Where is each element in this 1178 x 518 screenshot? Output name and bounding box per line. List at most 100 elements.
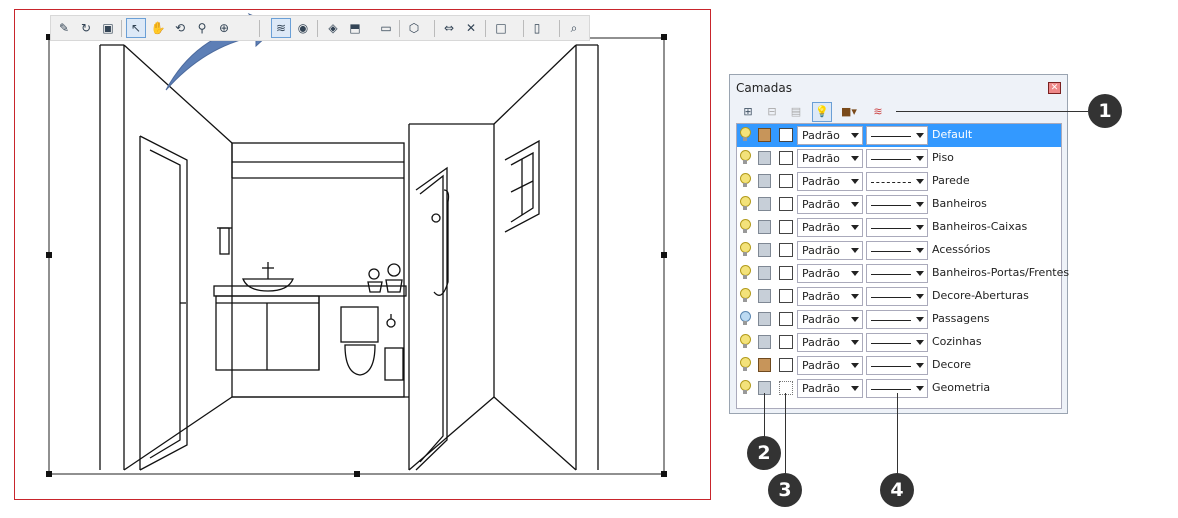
layer-name[interactable]: Geometria xyxy=(932,381,990,394)
light-bulb-blue-icon[interactable] xyxy=(740,311,751,325)
line-style-select[interactable] xyxy=(866,172,928,191)
layer-row-cozinhas[interactable]: Padrão Cozinhas xyxy=(737,331,1061,354)
layer-row-banheiros[interactable]: Padrão Banheiros xyxy=(737,193,1061,216)
layer-color-swatch[interactable] xyxy=(779,381,793,395)
layer-color-swatch[interactable] xyxy=(779,289,793,303)
line-style-select[interactable] xyxy=(866,333,928,352)
line-style-select[interactable] xyxy=(866,310,928,329)
line-style-select[interactable] xyxy=(866,356,928,375)
material-select[interactable]: Padrão xyxy=(797,287,863,306)
material-select[interactable]: Padrão xyxy=(797,310,863,329)
cube-icon[interactable] xyxy=(758,128,771,142)
color-swatch-icon[interactable]: □ xyxy=(491,18,511,38)
light-bulb-icon[interactable]: 💡 xyxy=(812,102,832,122)
delete-dimension-icon[interactable]: ✕ xyxy=(461,18,481,38)
search-zoom-icon[interactable]: ⌕ xyxy=(564,18,584,38)
light-bulb-icon[interactable] xyxy=(740,265,751,279)
layer-color-swatch[interactable] xyxy=(779,358,793,372)
edit-icon[interactable]: ✎ xyxy=(54,18,74,38)
light-bulb-icon[interactable] xyxy=(740,242,751,256)
light-bulb-icon[interactable] xyxy=(740,334,751,348)
light-bulb-icon[interactable] xyxy=(740,380,751,394)
cube-icon[interactable] xyxy=(758,266,771,280)
light-bulb-icon[interactable] xyxy=(740,288,751,302)
material-select[interactable]: Padrão xyxy=(797,356,863,375)
layer-color-swatch[interactable] xyxy=(779,197,793,211)
cube-icon[interactable] xyxy=(758,335,771,349)
styles-icon[interactable]: ◈ xyxy=(323,18,343,38)
light-bulb-icon[interactable] xyxy=(740,357,751,371)
layer-color-swatch[interactable] xyxy=(779,312,793,326)
light-bulb-icon[interactable] xyxy=(740,196,751,210)
zoom-window-icon[interactable]: ⊕ xyxy=(214,18,234,38)
cube-view-icon[interactable]: ⬡ xyxy=(404,18,424,38)
close-icon[interactable]: ✕ xyxy=(1048,82,1061,94)
orbit-icon[interactable]: ⟲ xyxy=(170,18,190,38)
line-style-select[interactable] xyxy=(866,241,928,260)
layer-color-swatch[interactable] xyxy=(779,243,793,257)
layer-name[interactable]: Default xyxy=(932,128,972,141)
layer-name[interactable]: Banheiros-Caixas xyxy=(932,220,1027,233)
layer-color-swatch[interactable] xyxy=(779,128,793,142)
cube-icon[interactable] xyxy=(758,220,771,234)
layer-name[interactable]: Cozinhas xyxy=(932,335,982,348)
frame-icon[interactable]: ▭ xyxy=(376,18,396,38)
layer-color-swatch[interactable] xyxy=(779,335,793,349)
cube-icon[interactable] xyxy=(758,174,771,188)
layer-name[interactable]: Parede xyxy=(932,174,970,187)
material-select[interactable]: Padrão xyxy=(797,241,863,260)
layer-name[interactable]: Banheiros-Portas/Frentes xyxy=(932,266,1069,279)
cube-icon[interactable] xyxy=(758,151,771,165)
material-select[interactable]: Padrão xyxy=(797,149,863,168)
line-style-select[interactable] xyxy=(866,218,928,237)
delete-layer-icon[interactable]: ⊟ xyxy=(762,102,782,122)
light-bulb-icon[interactable] xyxy=(740,150,751,164)
layer-row-default[interactable]: Padrão Default xyxy=(737,124,1061,147)
pan-hand-icon[interactable]: ✋ xyxy=(148,18,168,38)
door-icon[interactable]: ▯ xyxy=(527,18,547,38)
material-select[interactable]: Padrão xyxy=(797,264,863,283)
line-style-select[interactable] xyxy=(866,264,928,283)
line-style-select[interactable] xyxy=(866,149,928,168)
line-style-select[interactable] xyxy=(866,126,928,145)
eye-icon[interactable]: ◉ xyxy=(293,18,313,38)
material-select[interactable]: Padrão xyxy=(797,379,863,398)
cube-icon[interactable] xyxy=(758,243,771,257)
select-arrow-icon[interactable]: ↖ xyxy=(126,18,146,38)
layer-color-swatch[interactable] xyxy=(779,266,793,280)
layer-row-decore-aberturas[interactable]: Padrão Decore-Aberturas xyxy=(737,285,1061,308)
layer-row-decore[interactable]: Padrão Decore xyxy=(737,354,1061,377)
layer-row-banheiros-portas[interactable]: Padrão Banheiros-Portas/Frentes xyxy=(737,262,1069,285)
cube-icon[interactable] xyxy=(758,358,771,372)
light-bulb-icon[interactable] xyxy=(740,127,751,141)
layer-row-passagens[interactable]: Padrão Passagens xyxy=(737,308,1061,331)
material-select[interactable]: Padrão xyxy=(797,172,863,191)
light-bulb-icon[interactable] xyxy=(740,219,751,233)
layer-color-swatch[interactable] xyxy=(779,174,793,188)
layer-row-acessorios[interactable]: Padrão Acessórios xyxy=(737,239,1061,262)
cube-icon[interactable] xyxy=(758,197,771,211)
layer-details-icon[interactable]: ▤ xyxy=(786,102,806,122)
material-select[interactable]: Padrão xyxy=(797,195,863,214)
layer-name[interactable]: Passagens xyxy=(932,312,990,325)
layer-name[interactable]: Acessórios xyxy=(932,243,990,256)
layer-row-parede[interactable]: Padrão Parede xyxy=(737,170,1061,193)
layer-name[interactable]: Decore xyxy=(932,358,971,371)
line-style-select[interactable] xyxy=(866,287,928,306)
material-select[interactable]: Padrão xyxy=(797,218,863,237)
layer-color-swatch[interactable] xyxy=(779,151,793,165)
cube-icon[interactable] xyxy=(758,312,771,326)
light-bulb-icon[interactable] xyxy=(740,173,751,187)
layer-row-piso[interactable]: Padrão Piso xyxy=(737,147,1061,170)
line-style-select[interactable] xyxy=(866,195,928,214)
layers-icon[interactable]: ≋ xyxy=(271,18,291,38)
zoom-icon[interactable]: ⚲ xyxy=(192,18,212,38)
purge-layers-icon[interactable]: ≋ xyxy=(868,102,888,122)
refresh-icon[interactable]: ↻ xyxy=(76,18,96,38)
layer-color-swatch[interactable] xyxy=(779,220,793,234)
material-select[interactable]: Padrão xyxy=(797,126,863,145)
cube-icon[interactable] xyxy=(758,289,771,303)
paste-icon[interactable]: ▣ xyxy=(98,18,118,38)
material-select[interactable]: Padrão xyxy=(797,333,863,352)
section-icon[interactable]: ⬒ xyxy=(345,18,365,38)
